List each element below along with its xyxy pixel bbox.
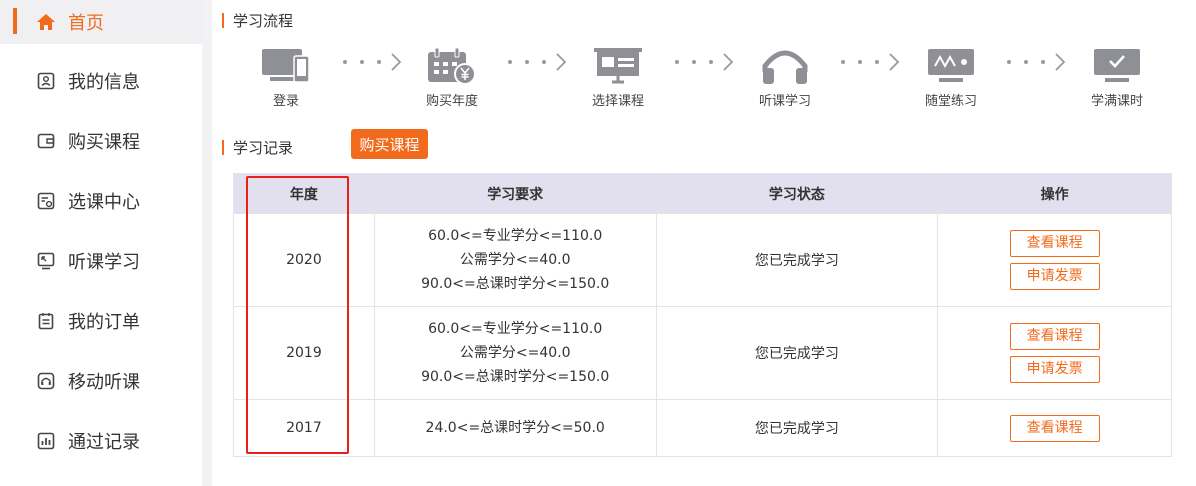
- year-cell: 2020: [233, 213, 375, 307]
- sidebar-item-home[interactable]: 首页: [0, 0, 202, 44]
- monitor-check-icon: [1094, 49, 1140, 82]
- sidebar-item-label: 我的订单: [68, 312, 140, 333]
- requirements-cell: 60.0<=专业学分<=110.0 公需学分<=40.0 90.0<=总课时学分…: [373, 213, 657, 307]
- computer-phone-icon: [262, 49, 310, 83]
- requirement-line: 90.0<=总课时学分<=150.0: [421, 276, 610, 292]
- sidebar-item-label: 听课学习: [68, 252, 140, 273]
- sidebar-item-label: 移动听课: [68, 372, 140, 393]
- step-label: 选择课程: [591, 94, 644, 109]
- sidebar-item-label: 我的信息: [68, 72, 140, 93]
- sidebar-item-course-center[interactable]: 选课中心: [0, 179, 202, 223]
- section-marker: [222, 13, 224, 28]
- sidebar-item-label: 购买课程: [68, 132, 140, 153]
- requirements-cell: 24.0<=总课时学分<=50.0: [373, 399, 657, 457]
- sidebar-item-label: 首页: [68, 13, 104, 34]
- study-records-table: 年度 学习要求 学习状态 操作 2020 60.0<=专业学分<=110.0 公…: [233, 173, 1172, 457]
- wallet-icon: [36, 131, 56, 151]
- profile-card-icon: [36, 71, 56, 91]
- sidebar-item-label: 通过记录: [68, 432, 140, 453]
- monitor-study-icon: [36, 251, 56, 271]
- step-connector: [672, 52, 742, 72]
- buy-course-button[interactable]: 购买课程: [351, 129, 428, 159]
- step-select-course: 选择课程: [568, 46, 668, 109]
- sidebar: 首页 我的信息 购买课程 选课中心 听课学习 我的订单 移动听课 通过记录: [0, 0, 202, 486]
- year-cell: 2017: [233, 399, 375, 457]
- step-complete-hours: 学满课时: [1067, 46, 1167, 109]
- step-connector: [505, 52, 575, 72]
- actions-cell: 查看课程 申请发票: [937, 306, 1172, 400]
- step-login: 登录: [236, 46, 336, 109]
- requirements-cell: 60.0<=专业学分<=110.0 公需学分<=40.0 90.0<=总课时学分…: [373, 306, 657, 400]
- step-connector: [1004, 52, 1074, 72]
- requirement-line: 公需学分<=40.0: [459, 252, 571, 268]
- section-marker: [222, 140, 224, 155]
- requirement-line: 90.0<=总课时学分<=150.0: [421, 369, 610, 385]
- view-course-button[interactable]: 查看课程: [1009, 323, 1100, 350]
- calendar-yuan-icon: [428, 47, 476, 85]
- step-label: 购买年度: [425, 94, 478, 109]
- bar-chart-icon: [36, 431, 56, 451]
- year-cell: 2019: [233, 306, 375, 400]
- apply-invoice-button[interactable]: 申请发票: [1009, 356, 1100, 383]
- requirement-line: 24.0<=总课时学分<=50.0: [425, 420, 605, 436]
- section-title-process: 学习流程: [222, 10, 293, 31]
- step-connector: [838, 52, 908, 72]
- requirement-line: 60.0<=专业学分<=110.0: [428, 321, 603, 337]
- headphone-icon: [36, 371, 56, 391]
- step-label: 听课学习: [758, 94, 811, 109]
- sidebar-item-label: 选课中心: [68, 192, 140, 213]
- sidebar-item-mobile-study[interactable]: 移动听课: [0, 359, 202, 403]
- presentation-board-icon: [594, 48, 642, 84]
- headphones-icon: [762, 50, 808, 84]
- section-title-records: 学习记录: [222, 137, 293, 158]
- sidebar-item-study[interactable]: 听课学习: [0, 239, 202, 283]
- step-label: 学满课时: [1090, 94, 1143, 109]
- table-row: 2019 60.0<=专业学分<=110.0 公需学分<=40.0 90.0<=…: [233, 306, 1172, 400]
- view-course-button[interactable]: 查看课程: [1009, 230, 1100, 257]
- requirement-line: 60.0<=专业学分<=110.0: [428, 228, 603, 244]
- status-cell: 您已完成学习: [655, 399, 939, 457]
- step-buy-year: 购买年度: [402, 46, 502, 109]
- step-label: 登录: [272, 94, 299, 109]
- apply-invoice-button[interactable]: 申请发票: [1009, 263, 1100, 290]
- table-row: 2020 60.0<=专业学分<=110.0 公需学分<=40.0 90.0<=…: [233, 213, 1172, 307]
- home-icon: [36, 12, 56, 32]
- course-select-icon: [36, 191, 56, 211]
- section-title-text: 学习记录: [233, 139, 294, 157]
- column-header-year: 年度: [233, 173, 375, 214]
- status-cell: 您已完成学习: [655, 213, 939, 307]
- view-course-button[interactable]: 查看课程: [1009, 414, 1100, 442]
- actions-cell: 查看课程: [937, 399, 1172, 457]
- sidebar-item-buy-course[interactable]: 购买课程: [0, 119, 202, 163]
- step-label: 随堂练习: [924, 94, 977, 109]
- step-connector: [340, 52, 410, 72]
- sidebar-item-my-orders[interactable]: 我的订单: [0, 299, 202, 343]
- column-header-requirements: 学习要求: [373, 173, 657, 214]
- step-listen-study: 听课学习: [735, 46, 835, 109]
- main-panel: 学习流程 登录 购买年度 选择课程 听课学习 随堂练习 学满课时 学习记录 购买…: [212, 0, 1196, 486]
- table-row: 2017 24.0<=总课时学分<=50.0 您已完成学习 查看课程: [233, 399, 1172, 457]
- active-indicator: [13, 8, 17, 34]
- section-title-text: 学习流程: [233, 12, 294, 30]
- column-header-actions: 操作: [937, 173, 1172, 214]
- column-header-status: 学习状态: [655, 173, 939, 214]
- sidebar-item-pass-records[interactable]: 通过记录: [0, 419, 202, 463]
- actions-cell: 查看课程 申请发票: [937, 213, 1172, 307]
- step-practice: 随堂练习: [901, 46, 1001, 109]
- status-cell: 您已完成学习: [655, 306, 939, 400]
- order-list-icon: [36, 311, 56, 331]
- requirement-line: 公需学分<=40.0: [459, 345, 571, 361]
- sidebar-item-my-info[interactable]: 我的信息: [0, 59, 202, 103]
- monitor-wave-icon: [928, 49, 974, 82]
- table-header-row: 年度 学习要求 学习状态 操作: [233, 173, 1172, 214]
